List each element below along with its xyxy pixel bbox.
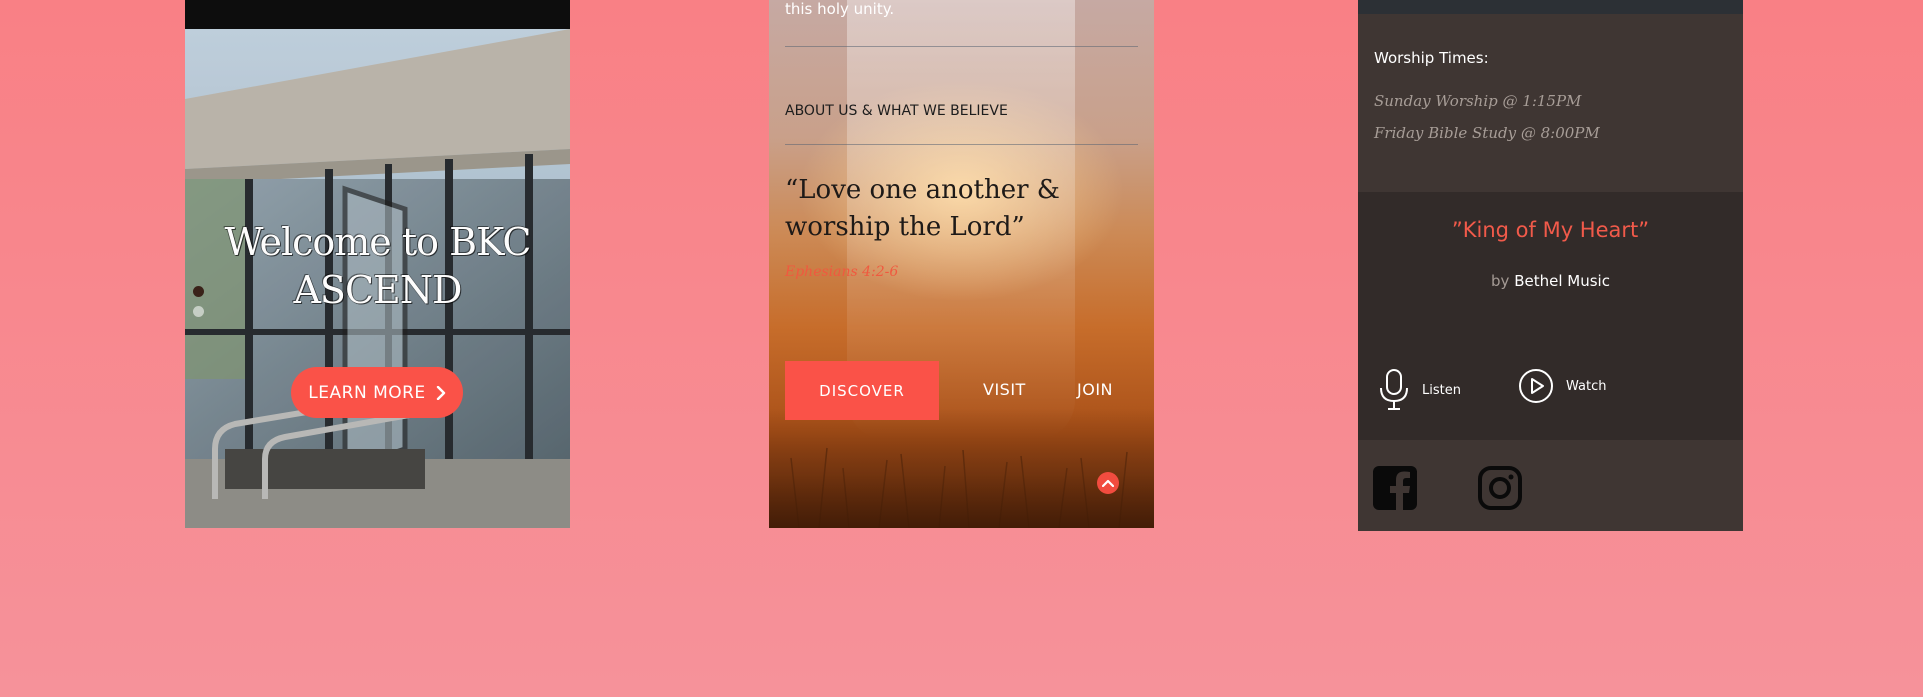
chevron-right-icon: [436, 385, 445, 400]
carousel-dot[interactable]: [193, 306, 204, 317]
scripture-quote: “Love one another & worship the Lord”: [785, 172, 1105, 246]
quote-line-2: worship the Lord”: [785, 212, 1025, 242]
quote-line-1: “Love one another &: [785, 175, 1060, 205]
song-title: ”King of My Heart”: [1451, 218, 1650, 242]
song-credit: by Bethel Music: [1358, 272, 1743, 290]
phone-about-screen: this holy unity. ABOUT US & WHAT WE BELI…: [769, 0, 1154, 528]
divider: [785, 144, 1138, 145]
carousel-dot-active[interactable]: [193, 286, 204, 297]
bottom-shade: [769, 408, 1154, 528]
scroll-up-button[interactable]: [1097, 472, 1119, 494]
visit-link[interactable]: VISIT: [983, 380, 1026, 399]
listen-label: Listen: [1422, 382, 1461, 398]
intro-text-tail: this holy unity.: [785, 0, 895, 18]
phone-music-screen: Worship Times: Sunday Worship @ 1:15PM F…: [1358, 0, 1743, 531]
app-top-bar: [185, 0, 570, 29]
divider: [785, 46, 1138, 47]
worship-time-item: Friday Bible Study @ 8:00PM: [1374, 124, 1600, 142]
watch-button[interactable]: Watch: [1518, 368, 1606, 404]
instagram-icon[interactable]: [1478, 466, 1522, 510]
play-circle-icon: [1519, 369, 1553, 403]
microphone-icon: [1380, 369, 1408, 410]
quote-reference: Ephesians 4:2-6: [785, 264, 899, 280]
listen-button[interactable]: Listen: [1378, 368, 1461, 412]
join-link[interactable]: JOIN: [1077, 380, 1113, 399]
about-section-link[interactable]: ABOUT US & WHAT WE BELIEVE: [785, 103, 1008, 119]
phone-home-screen: Welcome to BKC ASCEND LEARN MORE: [185, 0, 570, 528]
watch-label: Watch: [1566, 378, 1607, 394]
welcome-heading: Welcome to BKC ASCEND: [185, 218, 570, 314]
carousel-dots: [193, 286, 204, 326]
top-image-strip: [1358, 0, 1743, 14]
learn-more-label: LEARN MORE: [308, 382, 426, 403]
welcome-line-1: Welcome to BKC: [224, 220, 532, 264]
worship-times-title: Worship Times:: [1374, 49, 1489, 67]
discover-button[interactable]: DISCOVER: [785, 361, 939, 420]
learn-more-button[interactable]: LEARN MORE: [291, 367, 463, 418]
worship-time-item: Sunday Worship @ 1:15PM: [1374, 92, 1582, 110]
discover-label: DISCOVER: [819, 381, 905, 400]
scroll-up-icon: [1102, 479, 1114, 487]
song-by-prefix: by: [1491, 272, 1510, 290]
welcome-line-2: ASCEND: [293, 268, 462, 312]
song-artist[interactable]: Bethel Music: [1514, 272, 1610, 290]
facebook-icon[interactable]: [1373, 466, 1417, 510]
